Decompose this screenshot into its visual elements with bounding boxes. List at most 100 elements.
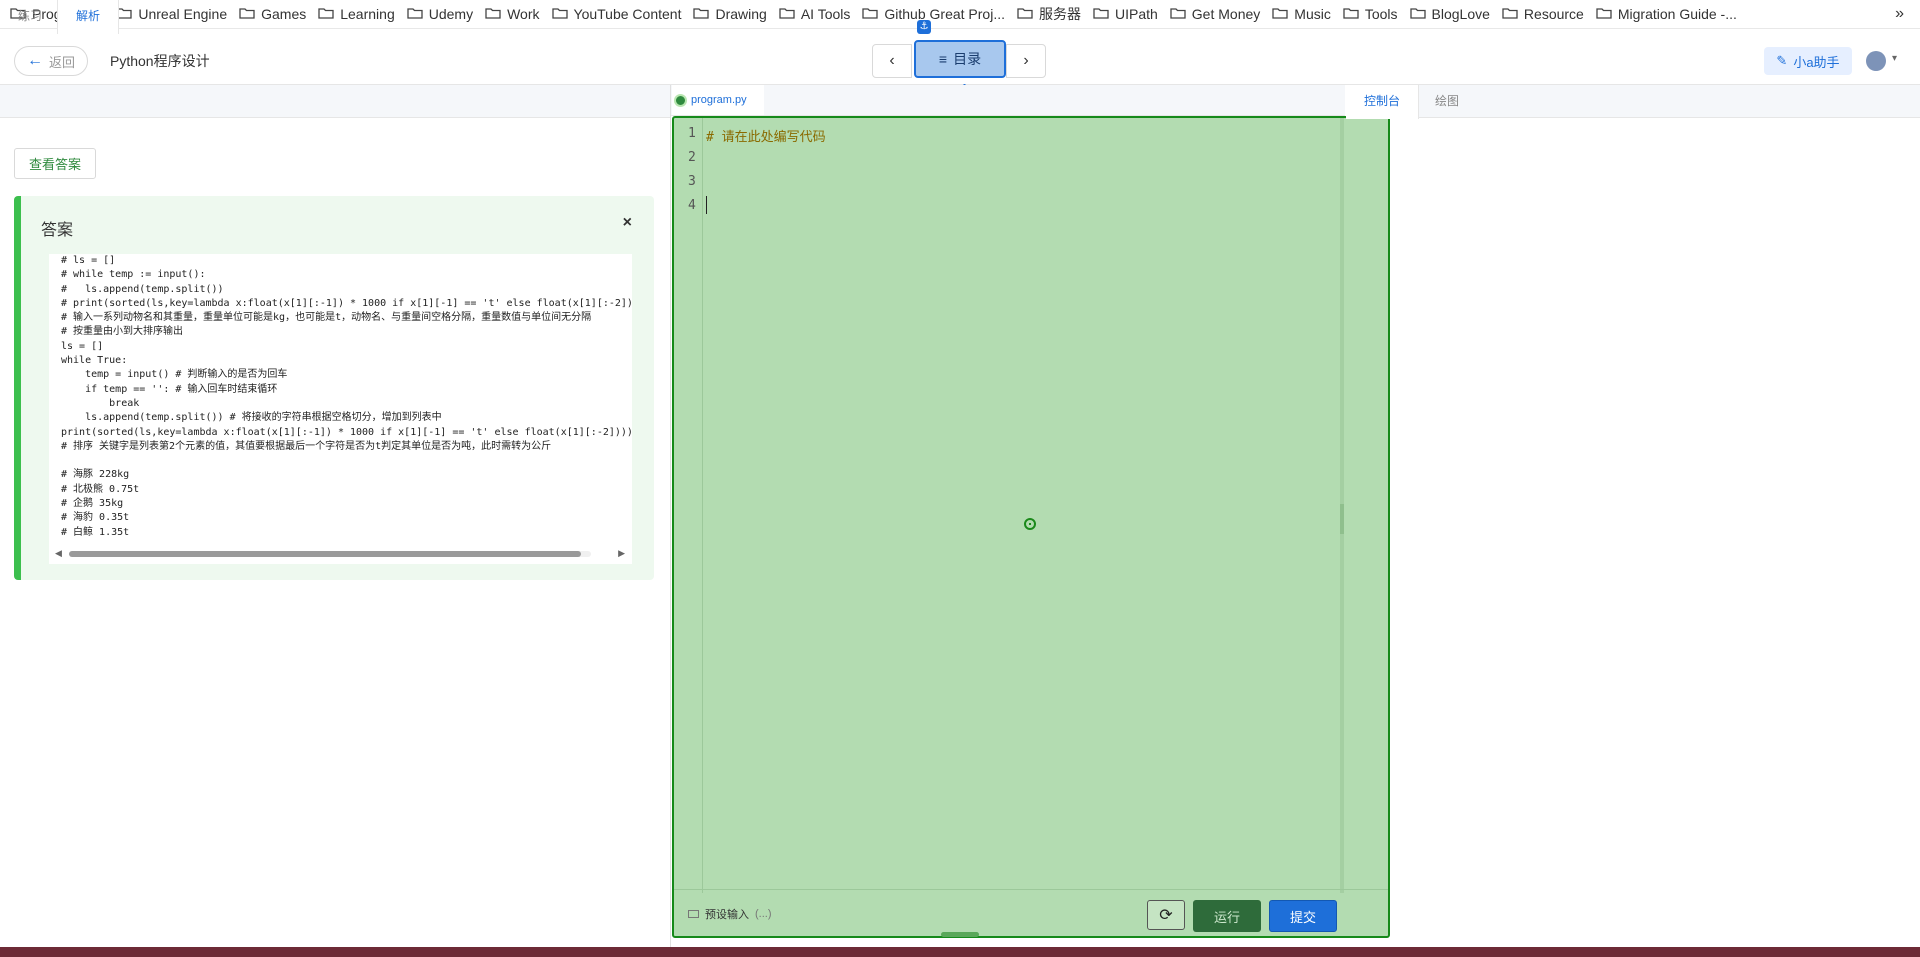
bookmark-item[interactable]: Migration Guide -... [1596, 6, 1737, 22]
scroll-left-icon[interactable]: ◀ [55, 548, 62, 559]
line-number: 4 [688, 198, 696, 213]
taskbar-strip [0, 947, 1920, 957]
chevron-down-icon[interactable]: ▾ [1892, 53, 1897, 64]
bookmark-item[interactable]: Tools [1343, 6, 1398, 22]
bookmark-label: Udemy [428, 6, 474, 22]
back-label: 返回 [48, 54, 75, 70]
line-number: 1 [688, 126, 696, 141]
line-number: 2 [688, 150, 696, 165]
folder-icon [1502, 6, 1524, 22]
file-tab-program[interactable]: program.py [672, 85, 764, 115]
run-button[interactable]: 运行 [1193, 900, 1261, 932]
refresh-icon: ⟳ [1159, 907, 1173, 924]
next-lesson-button[interactable]: › [1006, 44, 1046, 78]
bookmark-label: Drawing [715, 6, 767, 22]
scrollbar-thumb[interactable] [69, 551, 581, 557]
bookmark-item[interactable]: Resource [1502, 6, 1584, 22]
bookmark-item[interactable]: Github Great Proj... [862, 6, 1005, 22]
tab-console[interactable]: 控制台 [1346, 85, 1420, 119]
bookmark-label: Tools [1364, 6, 1398, 22]
top-bar: ← 返回 Python程序设计 ‹ ≡ 目录 › ✎ 小a助手 ▾ [0, 29, 1920, 85]
line-number: 3 [688, 174, 696, 189]
editor-tab-bar [671, 85, 1345, 116]
folder-icon [116, 6, 138, 22]
migration-icon [1596, 6, 1618, 22]
folder-icon [239, 6, 261, 22]
bookmark-label: Migration Guide -... [1617, 6, 1737, 22]
folder-icon [693, 6, 715, 22]
editor-footer: 预设输入 (...) ⟳ 运行 提交 [674, 889, 1388, 936]
close-icon[interactable]: × [623, 214, 632, 232]
folder-icon [318, 6, 340, 22]
folder-icon [551, 6, 574, 22]
course-title: Python程序设计 [110, 53, 210, 69]
bookmark-label: Learning [340, 6, 395, 22]
reset-button[interactable]: ⟳ [1147, 900, 1185, 930]
submit-button[interactable]: 提交 [1269, 900, 1337, 932]
folder-icon [485, 6, 507, 22]
text-cursor [706, 196, 707, 214]
bookmark-label: 服务器 [1038, 6, 1081, 22]
bookmark-label: AI Tools [800, 6, 851, 22]
anchor-icon: ⚓ [917, 20, 931, 34]
answer-title: 答案 [41, 222, 74, 239]
tab-practice[interactable]: 练习 [0, 0, 60, 33]
bookmark-item[interactable]: UIPath [1093, 6, 1158, 22]
toc-button[interactable]: ≡ 目录 [914, 40, 1006, 78]
code-comment-line: # 请在此处编写代码 [706, 130, 826, 145]
folder-icon [1409, 6, 1432, 22]
bookmark-label: Unreal Engine [138, 6, 228, 22]
bookmark-label: YouTube Content [573, 6, 682, 22]
folder-icon [1272, 6, 1294, 22]
preset-input-toggle[interactable]: 预设输入 (...) [688, 906, 772, 922]
bookmark-item[interactable]: Unreal Engine [116, 6, 227, 22]
preset-dots: (...) [755, 908, 772, 920]
bookmark-item[interactable]: Get Money [1170, 6, 1260, 22]
bookmark-label: Games [261, 6, 307, 22]
folder-icon [1170, 6, 1192, 22]
view-answer-button[interactable]: 查看答案 [14, 148, 96, 179]
bookmark-item[interactable]: Games [239, 6, 306, 22]
bookmark-label: BlogLove [1431, 6, 1490, 22]
answer-code: # ls = [] # while temp := input(): # ls.… [61, 255, 632, 538]
bookmark-item[interactable]: YouTube Content [551, 6, 682, 22]
panel-divider[interactable] [670, 85, 671, 957]
resize-handle[interactable] [941, 932, 979, 937]
horizontal-scrollbar[interactable]: ◀ ▶ [55, 548, 625, 558]
answer-code-block: # ls = [] # while temp := input(): # ls.… [49, 254, 632, 564]
back-button[interactable]: ← 返回 [14, 46, 88, 76]
bookmark-item[interactable]: BlogLove [1409, 6, 1490, 22]
bookmark-item[interactable]: AI Tools [779, 6, 851, 22]
folder-icon [862, 6, 884, 22]
bookmark-item[interactable]: Udemy [407, 6, 473, 22]
left-tab-bar [0, 85, 670, 118]
line-gutter: 1 2 3 4 [674, 118, 703, 893]
bookmark-label: Resource [1523, 6, 1584, 22]
python-file-icon [674, 93, 687, 107]
bookmark-item[interactable]: Drawing [693, 6, 767, 22]
folder-icon [407, 6, 429, 22]
keyboard-icon [688, 910, 699, 918]
folder-icon [1343, 6, 1365, 22]
tab-analysis[interactable]: 解析 [57, 0, 120, 34]
tab-plot[interactable]: 绘图 [1417, 85, 1477, 118]
bookmark-item[interactable]: Learning [318, 6, 395, 22]
user-avatar[interactable] [1866, 51, 1886, 71]
folder-icon [779, 6, 801, 22]
arrow-left-icon: ← [26, 52, 43, 69]
bookmark-item[interactable]: Work [485, 6, 540, 22]
bookmark-item[interactable]: Music [1272, 6, 1331, 22]
assistant-icon: ✎ [1776, 53, 1788, 68]
bookmark-label: UIPath [1114, 6, 1158, 22]
prev-lesson-button[interactable]: ‹ [872, 44, 912, 78]
toc-label: 目录 [953, 51, 982, 67]
answer-card: 答案 × # ls = [] # while temp := input(): … [14, 196, 654, 580]
bookmarks-overflow-button[interactable]: » [1895, 5, 1904, 23]
bookmark-label: Github Great Proj... [884, 6, 1005, 22]
bookmark-label: Work [507, 6, 540, 22]
assistant-button[interactable]: ✎ 小a助手 [1764, 47, 1852, 75]
scroll-right-icon[interactable]: ▶ [618, 548, 625, 559]
code-editor[interactable]: 1 2 3 4 # 请在此处编写代码 预设输入 (...) ⟳ 运行 提交 [672, 116, 1390, 938]
editor-scrollbar-thumb[interactable] [1340, 504, 1344, 534]
bookmark-item[interactable]: 服务器 [1017, 4, 1081, 24]
